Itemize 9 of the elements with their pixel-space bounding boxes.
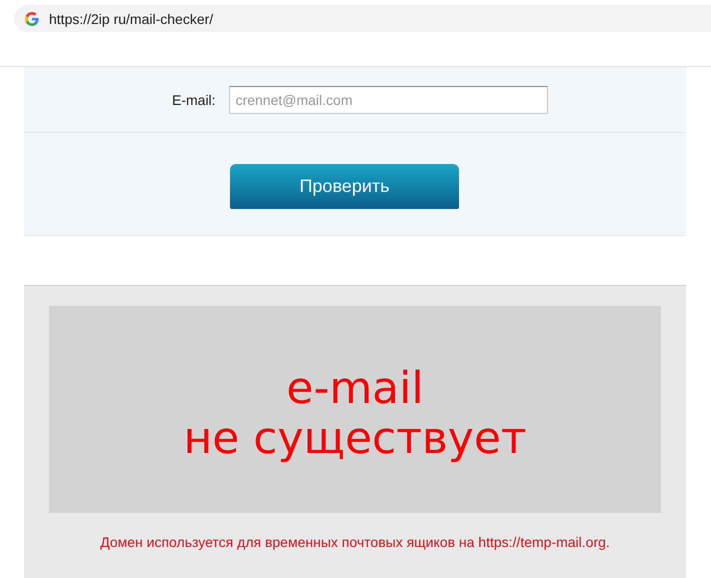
result-headline: e-mail	[286, 364, 424, 414]
result-note: Домен используется для временных почтовых ящиков на https://temp-mail.org.	[99, 534, 611, 550]
result-headline: не существует	[183, 414, 527, 464]
url-text: https://2ip ru/mail-checker/	[49, 10, 214, 26]
google-icon	[25, 12, 39, 26]
check-button[interactable]: Проверить	[230, 164, 459, 209]
email-label: E-mail:	[172, 92, 216, 108]
email-field[interactable]: crennet@mail.com	[228, 86, 548, 114]
address-bar[interactable]: https://2ip ru/mail-checker/	[14, 5, 711, 32]
